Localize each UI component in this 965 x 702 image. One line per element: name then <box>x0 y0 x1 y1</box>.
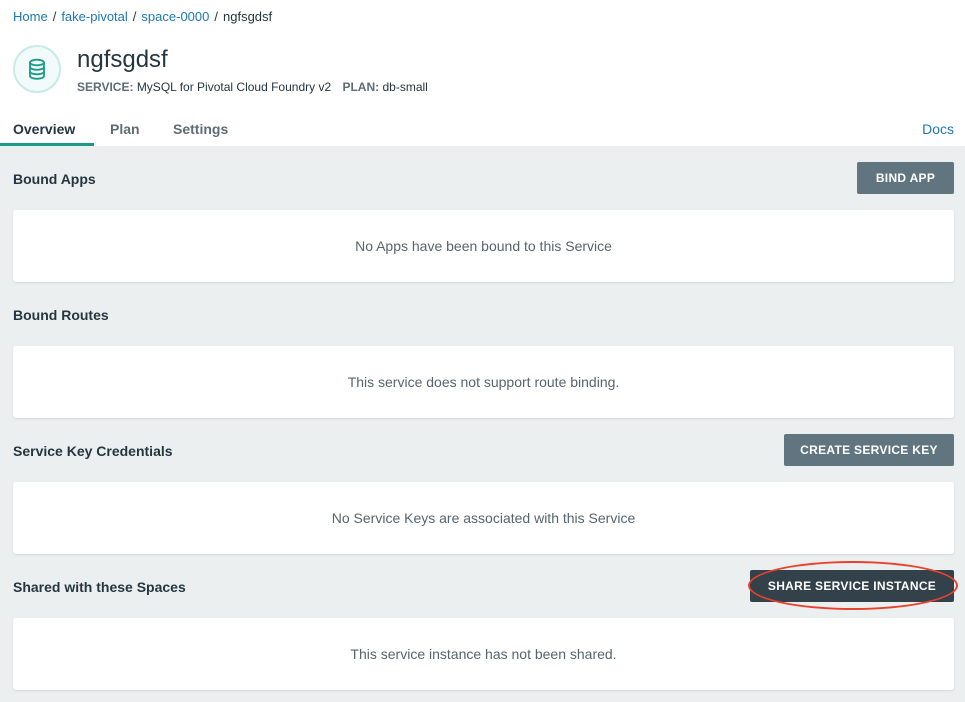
service-name-value: MySQL for Pivotal Cloud Foundry v2 <box>136 80 332 94</box>
plan-key-label: PLAN: <box>342 80 380 94</box>
tab-plan[interactable]: Plan <box>110 121 140 137</box>
breadcrumb-space[interactable]: space-0000 <box>141 9 209 24</box>
create-service-key-button[interactable]: CREATE SERVICE KEY <box>784 434 954 466</box>
tab-overview[interactable]: Overview <box>13 121 75 137</box>
overview-panel: Bound Apps BIND APP No Apps have been bo… <box>0 146 965 702</box>
page-title: ngfsgdsf <box>77 46 168 73</box>
bound-routes-title: Bound Routes <box>13 307 109 323</box>
breadcrumb-org[interactable]: fake-pivotal <box>61 9 127 24</box>
breadcrumb-current: ngfsgdsf <box>223 9 273 24</box>
service-keys-title: Service Key Credentials <box>13 443 173 459</box>
service-meta: SERVICE: MySQL for Pivotal Cloud Foundry… <box>77 80 428 94</box>
bind-app-button[interactable]: BIND APP <box>857 162 954 194</box>
database-icon <box>13 45 61 93</box>
share-service-instance-button[interactable]: SHARE SERVICE INSTANCE <box>750 570 954 602</box>
shared-spaces-title: Shared with these Spaces <box>13 579 186 595</box>
service-key-label: SERVICE: <box>77 80 134 94</box>
breadcrumb-separator: / <box>52 9 57 24</box>
docs-link[interactable]: Docs <box>922 121 954 137</box>
breadcrumb: Home / fake-pivotal / space-0000 / ngfsgdsf <box>13 9 272 24</box>
service-keys-card: No Service Keys are associated with this… <box>13 482 954 554</box>
breadcrumb-separator: / <box>132 9 137 24</box>
tab-bar: Overview Plan Settings Docs <box>0 112 965 146</box>
bound-apps-card: No Apps have been bound to this Service <box>13 210 954 282</box>
page-header: Home / fake-pivotal / space-0000 / ngfsgdsf ng… <box>0 0 965 146</box>
bound-apps-title: Bound Apps <box>13 171 96 187</box>
bound-routes-card: This service does not support route bind… <box>13 346 954 418</box>
plan-value: db-small <box>382 80 428 94</box>
breadcrumb-home[interactable]: Home <box>13 9 48 24</box>
shared-spaces-card: This service instance has not been share… <box>13 618 954 690</box>
tab-settings[interactable]: Settings <box>173 121 228 137</box>
breadcrumb-separator: / <box>214 9 218 24</box>
